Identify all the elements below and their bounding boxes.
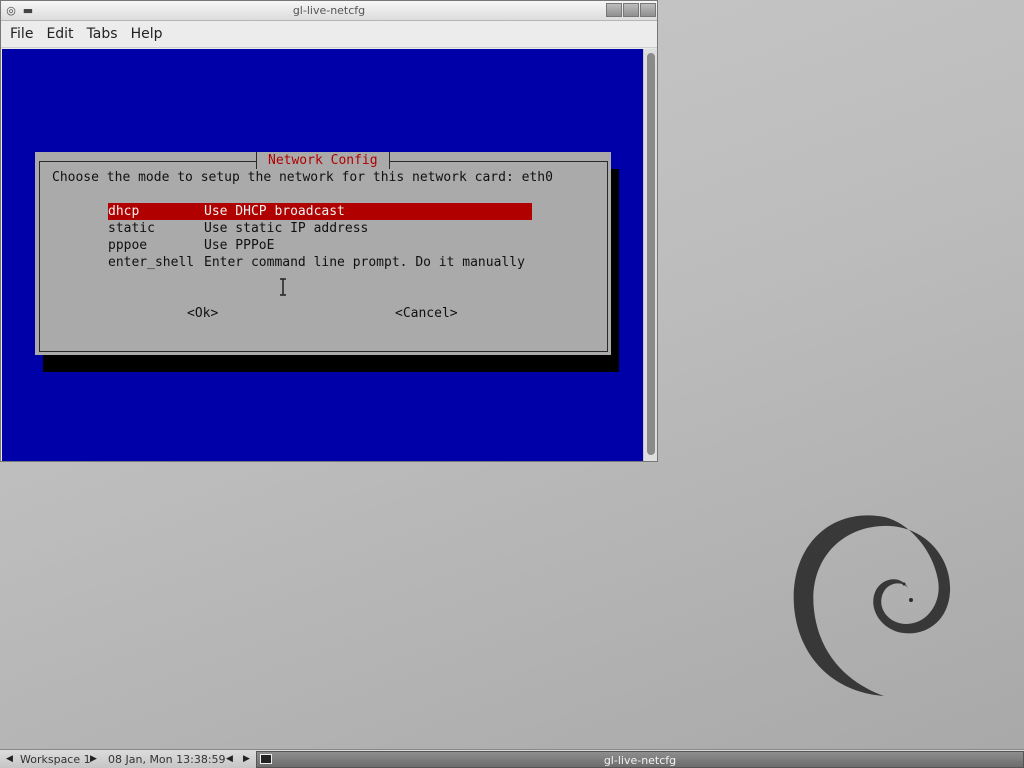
option-pppoe[interactable]: pppoe Use PPPoE: [108, 237, 532, 254]
maximize-button[interactable]: [623, 3, 639, 17]
option-enter-shell[interactable]: enter_shell Enter command line prompt. D…: [108, 254, 532, 271]
menu-tabs[interactable]: Tabs: [82, 26, 123, 42]
ibeam-cursor-icon: [280, 278, 286, 296]
option-static[interactable]: static Use static IP address: [108, 220, 532, 237]
option-desc: Use static IP address: [204, 221, 369, 236]
scrollbar-thumb[interactable]: [647, 53, 655, 455]
window-titlebar[interactable]: ◎ ▬ gl-live-netcfg: [1, 1, 657, 21]
clock[interactable]: 08 Jan, Mon 13:38:59: [108, 753, 226, 766]
menu-bar: File Edit Tabs Help: [1, 21, 657, 48]
window-controls: [606, 3, 656, 17]
option-tag: pppoe: [108, 238, 148, 253]
menu-edit[interactable]: Edit: [41, 26, 78, 42]
menu-file[interactable]: File: [5, 26, 38, 42]
mode-menu: dhcp Use DHCP broadcast static Use stati…: [108, 203, 532, 271]
workspace-prev-icon[interactable]: ◀: [6, 753, 13, 766]
option-tag: dhcp: [108, 204, 140, 219]
cancel-button[interactable]: <Cancel>: [395, 305, 458, 322]
workspace-next-icon[interactable]: ▶: [90, 753, 97, 766]
option-tag: enter_shell: [108, 255, 195, 270]
option-desc: Use DHCP broadcast: [204, 204, 345, 219]
window-title: gl-live-netcfg: [292, 4, 366, 17]
menu-help[interactable]: Help: [126, 26, 168, 42]
debian-logo: [793, 515, 951, 696]
task-prev-icon[interactable]: ◀: [226, 753, 233, 766]
terminal-screen[interactable]: Network Config Choose the mode to setup …: [2, 49, 643, 461]
terminal-window[interactable]: ◎ ▬ gl-live-netcfg File Edit Tabs Help N…: [0, 0, 658, 462]
task-next-icon[interactable]: ▶: [243, 753, 250, 766]
workspace-label[interactable]: Workspace 1: [20, 753, 91, 766]
terminal-scrollbar[interactable]: [643, 49, 657, 461]
taskbar: ◀ Workspace 1 ▶ 08 Jan, Mon 13:38:59 ◀ ▶…: [0, 749, 1024, 768]
minimize-button[interactable]: [606, 3, 622, 17]
task-title: gl-live-netcfg: [603, 754, 677, 767]
ok-button[interactable]: <Ok>: [187, 305, 218, 322]
option-desc: Enter command line prompt. Do it manuall…: [204, 255, 525, 270]
dialog-title: Network Config: [256, 152, 390, 169]
network-config-dialog: Network Config Choose the mode to setup …: [35, 152, 611, 355]
option-desc: Use PPPoE: [204, 238, 275, 253]
taskbar-task-terminal[interactable]: gl-live-netcfg: [256, 751, 1024, 768]
option-dhcp[interactable]: dhcp Use DHCP broadcast: [108, 203, 532, 220]
option-tag: static: [108, 221, 155, 236]
close-button[interactable]: [640, 3, 656, 17]
dialog-prompt: Choose the mode to setup the network for…: [52, 170, 553, 185]
